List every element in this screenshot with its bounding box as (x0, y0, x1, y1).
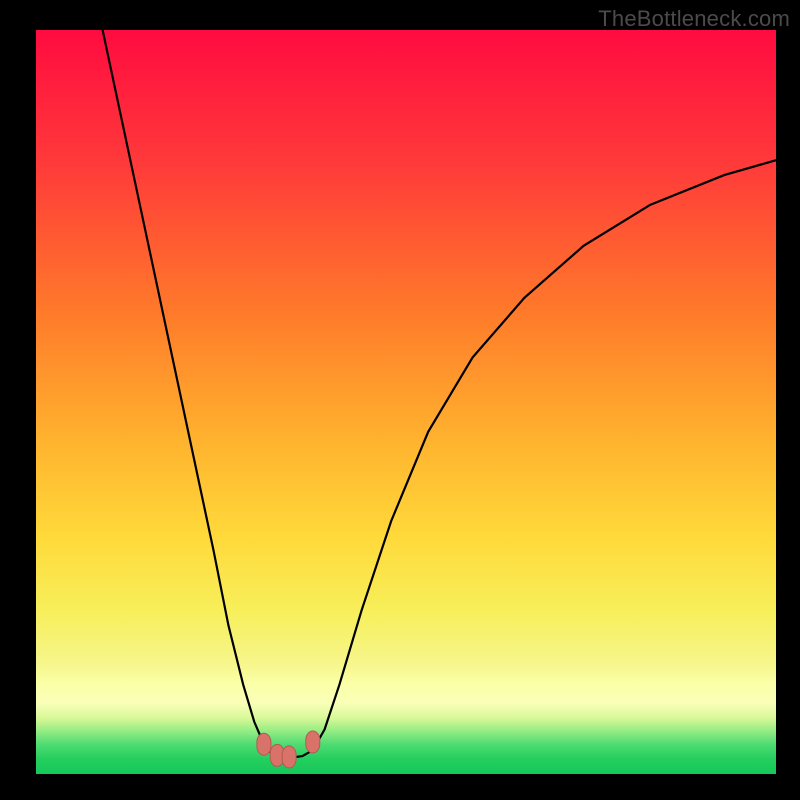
curve-marker (306, 731, 320, 753)
chart-svg (0, 0, 800, 800)
curve-marker (257, 733, 271, 755)
gradient-background (36, 30, 776, 774)
chart-frame: TheBottleneck.com (0, 0, 800, 800)
curve-marker (282, 746, 296, 768)
watermark-text: TheBottleneck.com (598, 6, 790, 32)
